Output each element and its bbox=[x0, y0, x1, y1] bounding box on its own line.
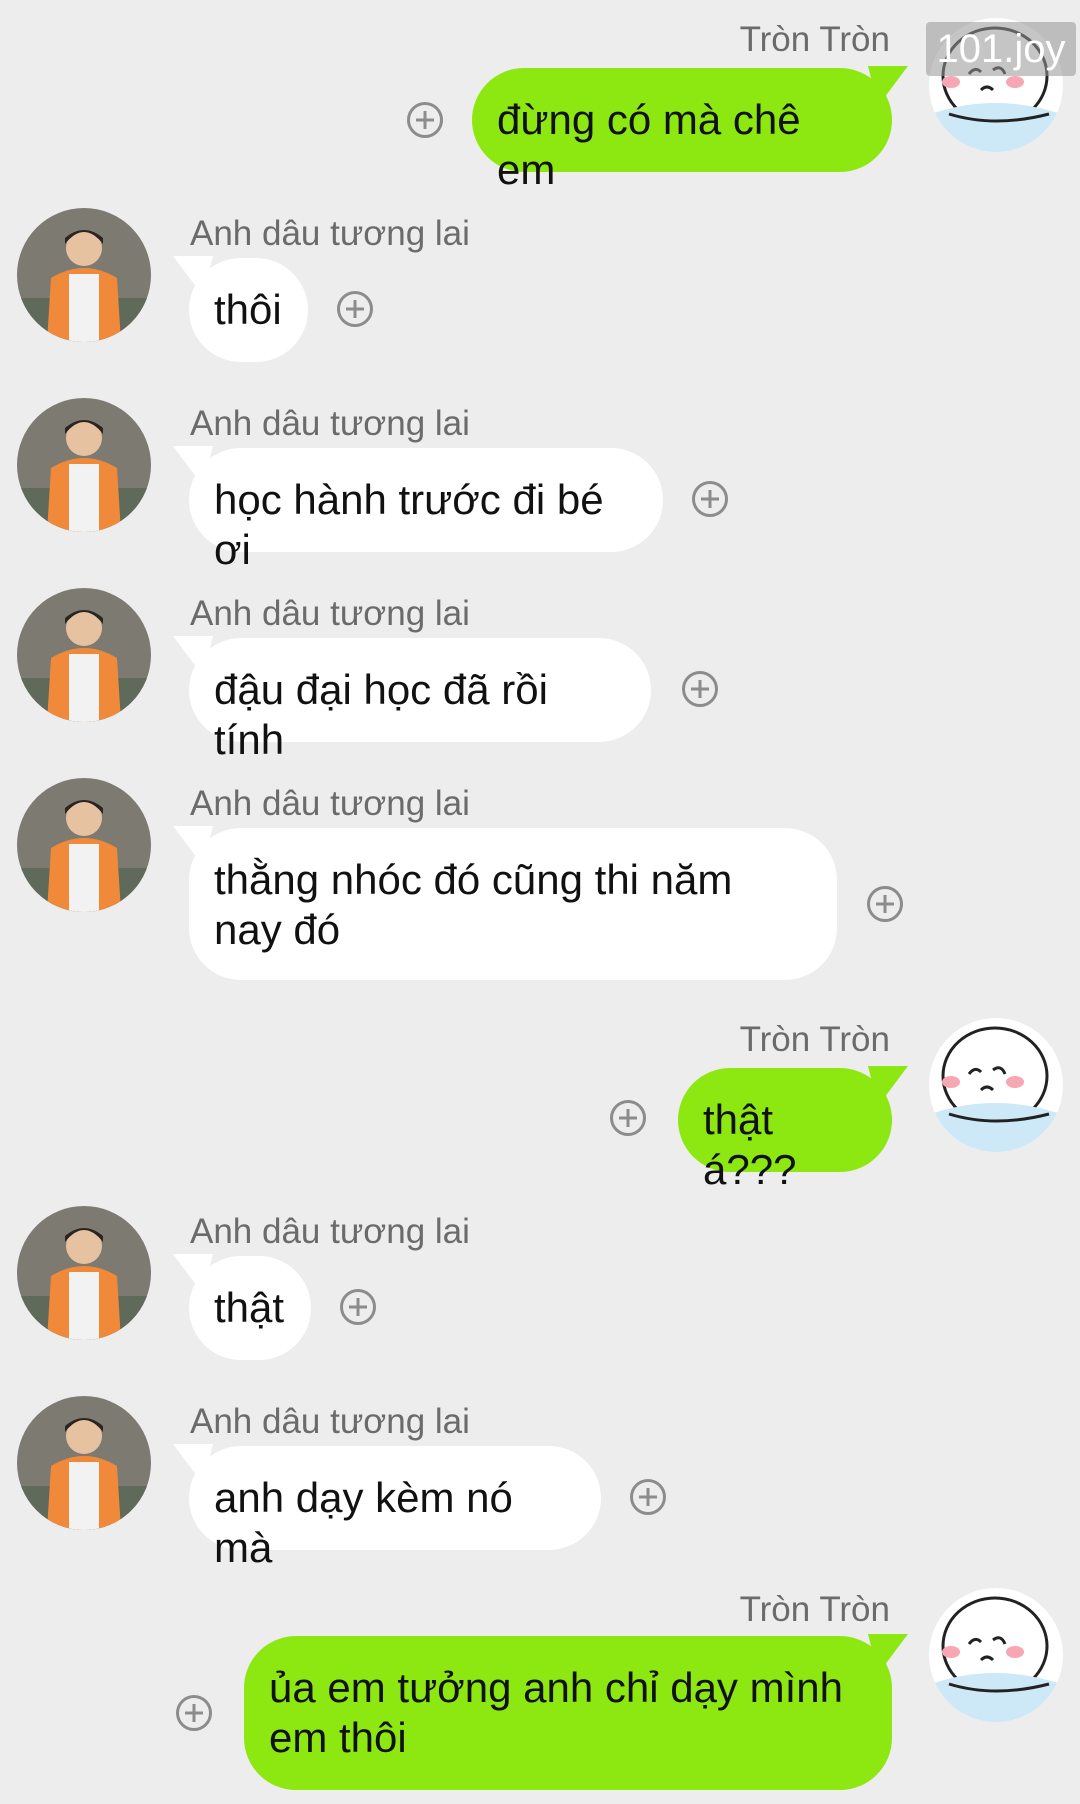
add-reaction-icon[interactable] bbox=[630, 1479, 666, 1515]
message-bubble[interactable]: thôi bbox=[173, 256, 308, 362]
avatar[interactable] bbox=[17, 1396, 151, 1530]
watermark: 101.joy bbox=[926, 22, 1076, 76]
message-bubble[interactable]: thằng nhóc đó cũng thi năm nay đó bbox=[173, 826, 837, 980]
message-text: thôi bbox=[214, 286, 282, 333]
message-bubble[interactable]: ủa em tưởng anh chỉ dạy mình em thôi bbox=[244, 1634, 908, 1790]
sender-name: Anh dâu tương lai bbox=[190, 1402, 470, 1441]
sender-name: Anh dâu tương lai bbox=[190, 1212, 470, 1251]
chat-area[interactable]: Tròn Tròn đừng có mà chê em Anh dâu tươn… bbox=[0, 0, 1080, 1804]
avatar[interactable] bbox=[17, 778, 151, 912]
avatar[interactable] bbox=[17, 588, 151, 722]
add-reaction-icon[interactable] bbox=[867, 886, 903, 922]
sender-name: Anh dâu tương lai bbox=[190, 214, 470, 253]
bubble-tail bbox=[173, 826, 213, 866]
bubble-tail bbox=[173, 636, 213, 676]
message-bubble[interactable]: đừng có mà chê em bbox=[472, 66, 908, 193]
message-text: ủa em tưởng anh chỉ dạy mình em thôi bbox=[269, 1664, 843, 1761]
sender-name: Tròn Tròn bbox=[739, 1590, 890, 1629]
message-bubble[interactable]: thật á??? bbox=[678, 1066, 908, 1193]
bubble-tail bbox=[868, 1066, 908, 1106]
message-text: đậu đại học đã rồi tính bbox=[214, 666, 548, 763]
avatar[interactable] bbox=[17, 1206, 151, 1340]
message-bubble[interactable]: đậu đại học đã rồi tính bbox=[173, 636, 651, 763]
add-reaction-icon[interactable] bbox=[176, 1695, 212, 1731]
add-reaction-icon[interactable] bbox=[682, 671, 718, 707]
add-reaction-icon[interactable] bbox=[610, 1100, 646, 1136]
add-reaction-icon[interactable] bbox=[337, 291, 373, 327]
add-reaction-icon[interactable] bbox=[407, 102, 443, 138]
boy-photo-icon bbox=[17, 1206, 151, 1340]
message-text: thật bbox=[214, 1284, 285, 1331]
bubble-tail bbox=[173, 446, 213, 486]
sender-name: Tròn Tròn bbox=[739, 20, 890, 59]
boy-photo-icon bbox=[17, 1396, 151, 1530]
message-text: thật á??? bbox=[703, 1096, 797, 1193]
message-text: đừng có mà chê em bbox=[497, 96, 801, 193]
sender-name: Anh dâu tương lai bbox=[190, 784, 470, 823]
sender-name: Anh dâu tương lai bbox=[190, 594, 470, 633]
avatar[interactable] bbox=[929, 1588, 1063, 1722]
crying-face-icon bbox=[929, 1018, 1063, 1152]
add-reaction-icon[interactable] bbox=[340, 1289, 376, 1325]
bubble-tail bbox=[173, 256, 213, 296]
boy-photo-icon bbox=[17, 588, 151, 722]
sender-name: Anh dâu tương lai bbox=[190, 404, 470, 443]
bubble-tail bbox=[868, 1634, 908, 1674]
bubble-tail bbox=[868, 66, 908, 106]
bubble-tail bbox=[173, 1254, 213, 1294]
message-text: học hành trước đi bé ơi bbox=[214, 476, 604, 573]
sender-name: Tròn Tròn bbox=[739, 1020, 890, 1059]
add-reaction-icon[interactable] bbox=[692, 481, 728, 517]
message-text: anh dạy kèm nó mà bbox=[214, 1474, 513, 1571]
boy-photo-icon bbox=[17, 398, 151, 532]
message-bubble[interactable]: học hành trước đi bé ơi bbox=[173, 446, 663, 573]
bubble-tail bbox=[173, 1444, 213, 1484]
boy-photo-icon bbox=[17, 778, 151, 912]
message-bubble[interactable]: thật bbox=[173, 1254, 311, 1360]
message-text: thằng nhóc đó cũng thi năm nay đó bbox=[214, 856, 733, 953]
boy-photo-icon bbox=[17, 208, 151, 342]
message-bubble[interactable]: anh dạy kèm nó mà bbox=[173, 1444, 601, 1571]
crying-face-icon bbox=[929, 1588, 1063, 1722]
avatar[interactable] bbox=[17, 398, 151, 532]
avatar[interactable] bbox=[17, 208, 151, 342]
avatar[interactable] bbox=[929, 1018, 1063, 1152]
